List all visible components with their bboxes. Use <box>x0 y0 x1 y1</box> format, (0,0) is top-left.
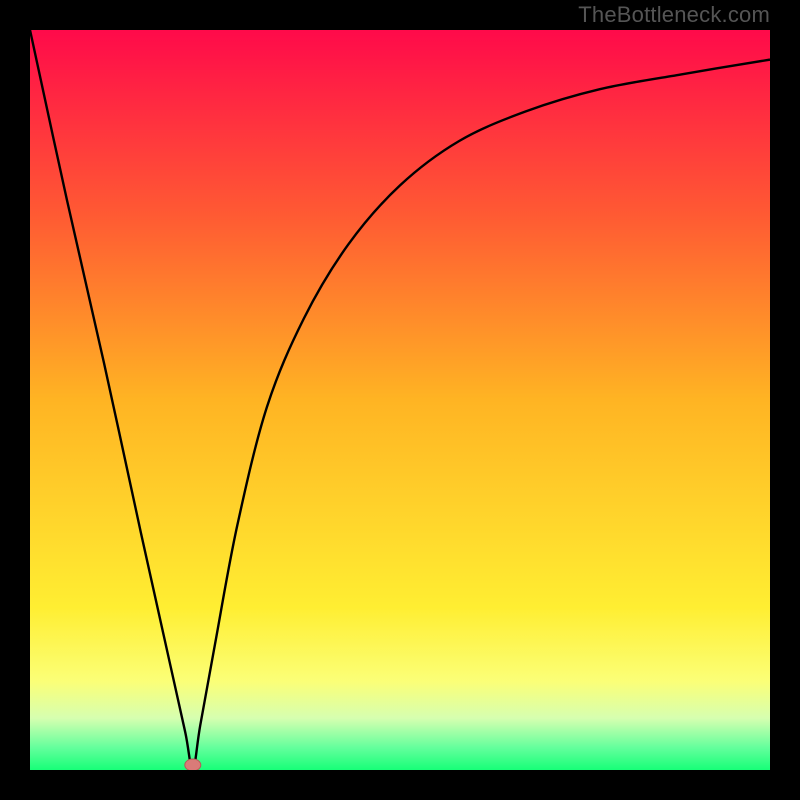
bottleneck-plot <box>30 30 770 770</box>
gradient-background <box>30 30 770 770</box>
chart-frame: TheBottleneck.com <box>0 0 800 800</box>
attribution-text: TheBottleneck.com <box>578 2 770 28</box>
minimum-marker <box>185 759 201 770</box>
